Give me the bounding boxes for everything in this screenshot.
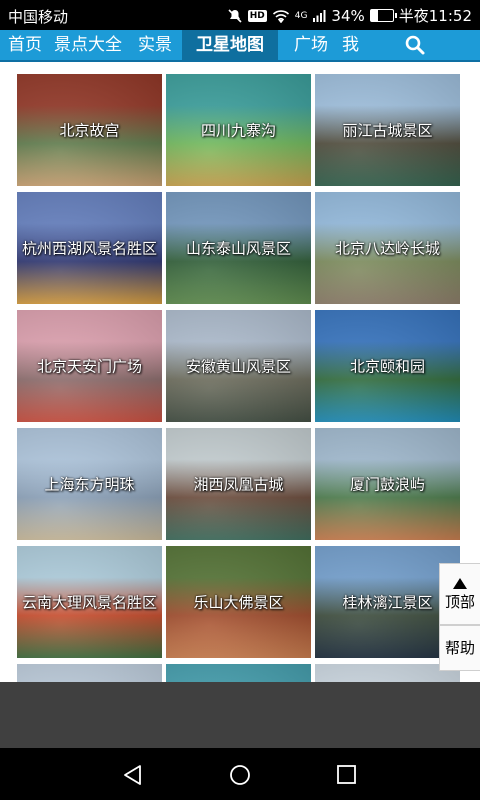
tile-label: 乐山大佛景区 [193,593,284,612]
network-type: 4G [294,10,308,21]
home-icon[interactable] [228,764,252,786]
battery-percent: 34% [331,6,365,25]
arrow-up-icon [453,578,467,589]
nav-tab-satellite-map[interactable]: 卫星地图 [182,30,278,60]
scenic-tile[interactable]: 乐山大佛景区 [166,546,311,658]
scenic-tile[interactable]: 北京八达岭长城 [315,192,460,304]
scenic-tile[interactable]: 湘西凤凰古城 [166,428,311,540]
tile-label: 北京天安门广场 [36,357,142,376]
carrier-name: 中国移动 [8,8,69,26]
scenic-tile[interactable]: 丽江古城景区 [315,74,460,186]
help-button[interactable]: 帮助 [439,625,480,671]
battery-level [370,10,379,21]
status-icons: HD 4G 34% 半夜11:52 [227,5,472,26]
scenic-tile[interactable]: 上海东方明珠 [17,428,162,540]
system-nav-bar [0,748,480,800]
scenic-tile[interactable]: 四川九寨沟 [166,74,311,186]
tile-label: 北京八达岭长城 [334,239,440,258]
scenic-grid: 北京故宫 四川九寨沟 丽江古城景区 杭州西湖风景名胜区 山东泰山风景区 北京八达岭长城 北京… [0,62,480,682]
tile-label: 云南大理风景名胜区 [21,593,157,612]
nav-tab-live-view[interactable]: 实景 [138,30,172,60]
help-label: 帮助 [444,639,475,657]
battery-icon [369,9,397,22]
tile-label: 北京颐和园 [349,357,425,376]
scenic-tile[interactable]: 北京颐和园 [315,310,460,422]
back-icon[interactable] [122,764,144,786]
scenic-tile[interactable]: 北京天安门广场 [17,310,162,422]
scenic-tile[interactable]: 云南大理风景名胜区 [17,546,162,658]
top-nav: 首页 景点大全 实景 卫星地图 广场 我 [0,30,480,62]
tile-label: 丽江古城景区 [342,121,433,140]
scenic-tile[interactable] [166,664,311,682]
bottom-panel [0,682,480,748]
status-bar: 中国移动 HD 4G 34% 半夜11:52 [0,0,480,30]
recent-apps-icon[interactable] [336,764,358,786]
back-to-top-button[interactable]: 顶部 [439,563,480,625]
nav-tab-plaza[interactable]: 广场 [294,30,328,60]
tile-label: 杭州西湖风景名胜区 [21,239,157,258]
clock: 半夜11:52 [398,7,472,25]
nav-tab-home[interactable]: 首页 [8,30,42,60]
tile-label: 湘西凤凰古城 [193,475,284,494]
hd-badge: HD [247,9,267,22]
tile-label: 安徽黄山风景区 [185,357,291,376]
back-to-top-label: 顶部 [444,593,475,611]
tile-image [166,664,311,682]
tile-label: 厦门鼓浪屿 [349,475,425,494]
scenic-tile[interactable] [17,664,162,682]
scenic-tile[interactable]: 厦门鼓浪屿 [315,428,460,540]
scenic-tile[interactable]: 山东泰山风景区 [166,192,311,304]
tile-label: 四川九寨沟 [200,121,276,140]
nav-tab-me[interactable]: 我 [342,30,359,60]
scenic-tile[interactable]: 杭州西湖风景名胜区 [17,192,162,304]
tile-label: 山东泰山风景区 [185,239,291,258]
signal-icon [313,9,326,22]
tile-label: 上海东方明珠 [44,475,135,494]
scenic-tile[interactable]: 安徽黄山风景区 [166,310,311,422]
wifi-icon [272,9,289,23]
scenic-tile[interactable]: 北京故宫 [17,74,162,186]
tile-label: 北京故宫 [59,121,120,140]
search-icon[interactable] [404,34,426,56]
nav-tab-attractions[interactable]: 景点大全 [54,30,122,60]
mute-icon [228,8,242,23]
tile-image [17,664,162,682]
